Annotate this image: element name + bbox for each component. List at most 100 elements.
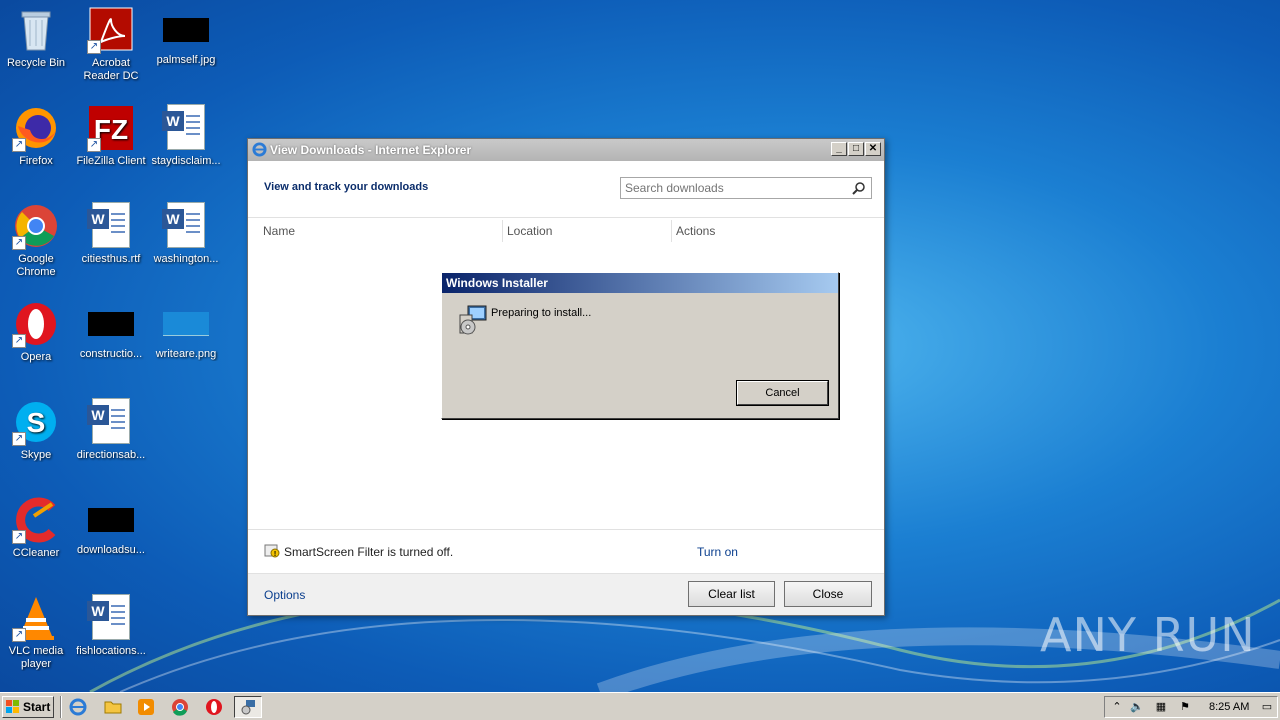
desktop-icon-opera[interactable]: ↗ Opera <box>0 300 74 364</box>
opera-taskbar-icon[interactable] <box>204 697 224 717</box>
shortcut-arrow-icon: ↗ <box>12 432 26 446</box>
column-header-name[interactable]: Name <box>263 224 295 238</box>
search-icon[interactable] <box>852 181 866 195</box>
clear-list-button[interactable]: Clear list <box>688 581 775 607</box>
desktop-icon-fishlocations[interactable]: W fishlocations... <box>73 594 149 658</box>
close-button[interactable]: Close <box>784 581 872 607</box>
installer-cancel-button[interactable]: Cancel <box>736 380 829 406</box>
shortcut-arrow-icon: ↗ <box>87 138 101 152</box>
options-link[interactable]: Options <box>264 588 305 602</box>
internet-explorer-icon <box>252 142 267 157</box>
taskbar-separator <box>60 696 62 718</box>
desktop-icon-directionsab[interactable]: W directionsab... <box>73 398 149 462</box>
file-explorer-icon[interactable] <box>103 697 123 717</box>
skype-icon: S ↗ <box>12 398 60 446</box>
desktop-icon-filezilla[interactable]: FZ ↗ FileZilla Client <box>73 104 149 168</box>
desktop-icon-label: fishlocations... <box>76 645 146 657</box>
column-separator[interactable] <box>502 220 503 242</box>
desktop-icon-chrome[interactable]: ↗ Google Chrome <box>0 202 74 279</box>
start-button[interactable]: Start <box>2 696 54 718</box>
turn-on-link[interactable]: Turn on <box>697 545 738 559</box>
clock[interactable]: 8:25 AM <box>1209 701 1249 713</box>
svg-text:!: ! <box>274 551 276 558</box>
volume-icon[interactable]: 🔈 <box>1129 700 1145 714</box>
desktop-icon-label: writeare.png <box>155 348 217 360</box>
vlc-icon: ↗ <box>12 594 60 642</box>
column-headers: Name Location Actions <box>248 217 884 243</box>
desktop-icon-label: Opera <box>20 351 52 363</box>
downloads-heading: View and track your downloads <box>264 181 429 193</box>
media-player-icon[interactable] <box>136 697 156 717</box>
desktop-icon-skype[interactable]: S ↗ Skype <box>0 398 74 462</box>
desktop-icon-label: citiesthus.rtf <box>81 253 141 265</box>
desktop-icon-label: VLC media player <box>8 645 64 670</box>
image-thumbnail <box>163 18 209 42</box>
internet-explorer-taskbar-icon[interactable] <box>68 697 88 717</box>
search-downloads-input[interactable] <box>620 177 872 199</box>
desktop-icon-label: directionsab... <box>76 449 146 461</box>
desktop-icon-vlc[interactable]: ↗ VLC media player <box>0 594 74 671</box>
acrobat-icon: ↗ <box>87 6 135 54</box>
desktop-icon-washington[interactable]: W washington... <box>148 202 224 266</box>
word-document-icon: W <box>87 202 135 250</box>
installer-icon <box>459 305 487 335</box>
desktop-icon-label: Google Chrome <box>16 253 56 278</box>
installer-taskbar-icon <box>241 700 255 715</box>
opera-icon: ↗ <box>12 300 60 348</box>
shortcut-arrow-icon: ↗ <box>12 530 26 544</box>
start-label: Start <box>23 700 51 714</box>
smartscreen-message: SmartScreen Filter is turned off. <box>284 545 454 559</box>
desktop-icon-ccleaner[interactable]: ↗ CCleaner <box>0 496 74 560</box>
desktop-icon-label: Firefox <box>19 155 53 167</box>
downloads-footer: Options Clear list Close <box>248 573 884 615</box>
desktop-icon-downloadsu[interactable]: downloadsu... <box>73 496 149 557</box>
installer-taskbar-button[interactable] <box>234 696 262 718</box>
image-thumbnail <box>88 312 134 336</box>
desktop-icon-label: staydisclaim... <box>151 155 221 167</box>
window-title: View Downloads - Internet Explorer <box>270 143 472 157</box>
desktop-icon-citiesthus[interactable]: W citiesthus.rtf <box>73 202 149 266</box>
chrome-taskbar-icon[interactable] <box>170 697 190 717</box>
show-hidden-icons-icon[interactable]: ⌃ <box>1109 700 1125 714</box>
maximize-button[interactable]: □ <box>848 142 864 156</box>
smartscreen-bar: ! SmartScreen Filter is turned off. Turn… <box>248 529 884 573</box>
desktop-icon-firefox[interactable]: ↗ Firefox <box>0 104 74 168</box>
action-center-flag-icon[interactable]: ⚑ <box>1177 700 1193 714</box>
svg-text:S: S <box>27 407 46 438</box>
image-thumbnail <box>88 508 134 532</box>
desktop-icon-staydisclaim[interactable]: W staydisclaim... <box>148 104 224 168</box>
show-desktop-icon[interactable]: ▭ <box>1259 700 1275 714</box>
desktop-icon-label: CCleaner <box>12 547 60 559</box>
window-titlebar[interactable]: View Downloads - Internet Explorer _ □ ✕ <box>248 139 884 161</box>
desktop-icon-label: FileZilla Client <box>76 155 146 167</box>
desktop-icon-acrobat[interactable]: ↗ Acrobat Reader DC <box>73 6 149 83</box>
network-icon[interactable]: ▦ <box>1153 700 1169 714</box>
column-separator[interactable] <box>671 220 672 242</box>
shortcut-arrow-icon: ↗ <box>12 334 26 348</box>
desktop-icon-recycle-bin[interactable]: Recycle Bin <box>0 6 74 70</box>
desktop-icon-label: Acrobat Reader DC <box>83 57 139 82</box>
chrome-icon: ↗ <box>12 202 60 250</box>
installer-message: Preparing to install... <box>491 307 592 319</box>
column-header-location[interactable]: Location <box>507 224 552 238</box>
word-document-icon: W <box>162 104 210 152</box>
close-window-button[interactable]: ✕ <box>865 142 881 156</box>
desktop-icon-writeare[interactable]: writeare.png <box>148 300 224 361</box>
desktop-icon-construction[interactable]: constructio... <box>73 300 149 361</box>
desktop-icon-label: Recycle Bin <box>6 57 66 69</box>
firefox-icon: ↗ <box>12 104 60 152</box>
minimize-button[interactable]: _ <box>831 142 847 156</box>
shortcut-arrow-icon: ↗ <box>12 628 26 642</box>
downloads-header: View and track your downloads <box>248 161 884 217</box>
shortcut-arrow-icon: ↗ <box>87 40 101 54</box>
installer-title[interactable]: Windows Installer <box>442 273 838 293</box>
windows-installer-dialog: Windows Installer Preparing to install..… <box>441 272 839 419</box>
desktop-icon-palmself[interactable]: palmself.jpg <box>148 6 224 67</box>
desktop-icon-label: Skype <box>20 449 52 461</box>
filezilla-icon: FZ ↗ <box>87 104 135 152</box>
system-tray: ⌃ 🔈 ▦ ⚑ 8:25 AM ▭ <box>1104 696 1278 718</box>
shortcut-arrow-icon: ↗ <box>12 236 26 250</box>
recycle-bin-icon <box>12 6 60 54</box>
column-header-actions[interactable]: Actions <box>676 224 715 238</box>
image-thumbnail <box>163 312 209 336</box>
